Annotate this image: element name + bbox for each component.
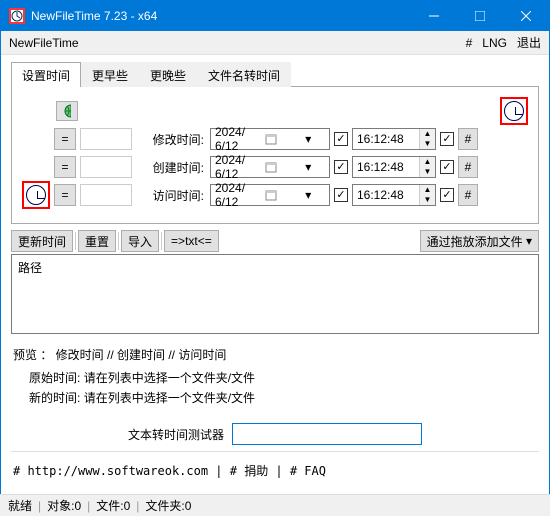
drop-hint-button[interactable]: 通过拖放添加文件 ▾ [420, 230, 539, 252]
orig-label: 原始时间: [29, 371, 80, 385]
offset-create[interactable] [80, 156, 132, 178]
label-create: 创建时间: [136, 159, 204, 176]
import-button[interactable]: 导入 [121, 230, 159, 252]
chevron-down-icon[interactable]: ▾ [290, 188, 327, 202]
converter-label: 文本转时间测试器 [128, 426, 224, 443]
links-row[interactable]: # http://www.softwareok.com | # 捐助 | # F… [11, 458, 539, 483]
date-modify[interactable]: 2024/ 6/12 ▾ [210, 128, 330, 150]
eq-button-access[interactable]: = [54, 184, 76, 206]
calendar-icon[interactable] [252, 161, 289, 173]
offset-modify[interactable] [80, 128, 132, 150]
tabstrip: 设置时间 更早些 更晚些 文件名转时间 [11, 61, 539, 87]
status-folders: 文件夹:0 [145, 497, 191, 514]
column-header-path: 路径 [18, 261, 42, 275]
chevron-down-icon: ▾ [526, 234, 532, 248]
txt-button[interactable]: =>txt<= [164, 230, 219, 252]
converter-input[interactable] [232, 423, 422, 445]
check-create-time[interactable] [440, 160, 454, 174]
hash-button-access[interactable]: # [458, 184, 478, 206]
check-modify-time[interactable] [440, 132, 454, 146]
hash-menu[interactable]: # [466, 36, 473, 50]
status-files: 文件:0 [96, 497, 130, 514]
file-list[interactable]: 路径 [11, 254, 539, 334]
preview-area: 预览 ： 修改时间 // 创建时间 // 访问时间 原始时间: 请在列表中选择一… [11, 342, 539, 413]
statusbar: 就绪 | 对象:0 | 文件:0 | 文件夹:0 [0, 494, 550, 516]
close-button[interactable] [503, 1, 549, 31]
new-value: 请在列表中选择一个文件夹/文件 [84, 391, 255, 405]
reset-button[interactable]: 重置 [78, 230, 116, 252]
update-button[interactable]: 更新时间 [11, 230, 73, 252]
check-access-time[interactable] [440, 188, 454, 202]
maximize-button[interactable] [457, 1, 503, 31]
chevron-down-icon[interactable]: ▾ [290, 132, 327, 146]
exit-menu[interactable]: 退出 [517, 34, 541, 51]
toolbar: 更新时间 重置 导入 =>txt<= 通过拖放添加文件 ▾ [11, 230, 539, 252]
hash-button-modify[interactable]: # [458, 128, 478, 150]
tab-settime[interactable]: 设置时间 [11, 62, 81, 87]
status-ready: 就绪 [8, 497, 32, 514]
app-menu[interactable]: NewFileTime [9, 36, 456, 50]
titlebar: NewFileTime 7.23 - x64 [1, 1, 549, 31]
time-modify[interactable]: 16:12:48 ▲▼ [352, 128, 436, 150]
offset-access[interactable] [80, 184, 132, 206]
status-objects: 对象:0 [47, 497, 81, 514]
tab-fromname[interactable]: 文件名转时间 [197, 62, 291, 87]
time-access[interactable]: 16:12:48 ▲▼ [352, 184, 436, 206]
calendar-icon[interactable] [252, 133, 289, 145]
tab-panel: = 修改时间: 2024/ 6/12 ▾ 16:12:48 ▲▼ # = 创建时… [11, 87, 539, 224]
app-icon [9, 8, 25, 24]
check-modify-date[interactable] [334, 132, 348, 146]
lng-menu[interactable]: LNG [482, 36, 507, 50]
clock-icon-left[interactable] [22, 181, 50, 209]
window-title: NewFileTime 7.23 - x64 [31, 9, 411, 23]
preview-header: 预览 ： 修改时间 // 创建时间 // 访问时间 [13, 346, 537, 363]
globe-button[interactable] [56, 101, 78, 121]
hash-button-create[interactable]: # [458, 156, 478, 178]
date-create[interactable]: 2024/ 6/12 ▾ [210, 156, 330, 178]
clock-icon-right[interactable] [500, 97, 528, 125]
menubar: NewFileTime # LNG 退出 [1, 31, 549, 55]
label-modify: 修改时间: [136, 131, 204, 148]
check-create-date[interactable] [334, 160, 348, 174]
tab-earlier[interactable]: 更早些 [81, 62, 139, 87]
eq-button-modify[interactable]: = [54, 128, 76, 150]
label-access: 访问时间: [136, 187, 204, 204]
spin-down[interactable]: ▼ [420, 139, 435, 149]
orig-value: 请在列表中选择一个文件夹/文件 [84, 371, 255, 385]
time-create[interactable]: 16:12:48 ▲▼ [352, 156, 436, 178]
new-label: 新的时间: [29, 391, 80, 405]
date-access[interactable]: 2024/ 6/12 ▾ [210, 184, 330, 206]
minimize-button[interactable] [411, 1, 457, 31]
chevron-down-icon[interactable]: ▾ [290, 160, 327, 174]
eq-button-create[interactable]: = [54, 156, 76, 178]
spin-up[interactable]: ▲ [420, 129, 435, 139]
calendar-icon[interactable] [252, 189, 289, 201]
check-access-date[interactable] [334, 188, 348, 202]
tab-later[interactable]: 更晚些 [139, 62, 197, 87]
